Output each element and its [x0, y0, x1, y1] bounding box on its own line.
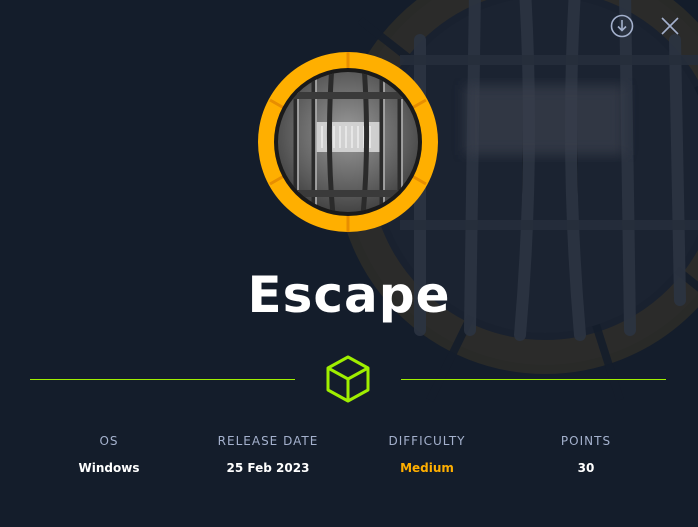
download-icon[interactable]: [608, 12, 636, 40]
detail-label: OS: [99, 434, 119, 448]
detail-points: POINTS 30: [516, 434, 656, 475]
detail-label: DIFFICULTY: [388, 434, 466, 448]
machine-avatar: [258, 52, 438, 232]
detail-value: 25 Feb 2023: [226, 461, 310, 475]
detail-os: OS Windows: [39, 434, 179, 475]
divider-right: [401, 379, 666, 380]
detail-value: 30: [577, 461, 595, 475]
machine-name: Escape: [247, 266, 451, 324]
cube-icon: [326, 355, 370, 403]
divider-left: [30, 379, 295, 380]
detail-release-date: RELEASE DATE 25 Feb 2023: [198, 434, 338, 475]
detail-label: RELEASE DATE: [217, 434, 319, 448]
detail-difficulty: DIFFICULTY Medium: [357, 434, 497, 475]
detail-label: POINTS: [560, 434, 612, 448]
close-icon[interactable]: [656, 12, 684, 40]
difficulty-value: Medium: [400, 461, 454, 475]
detail-value: Windows: [78, 461, 140, 475]
